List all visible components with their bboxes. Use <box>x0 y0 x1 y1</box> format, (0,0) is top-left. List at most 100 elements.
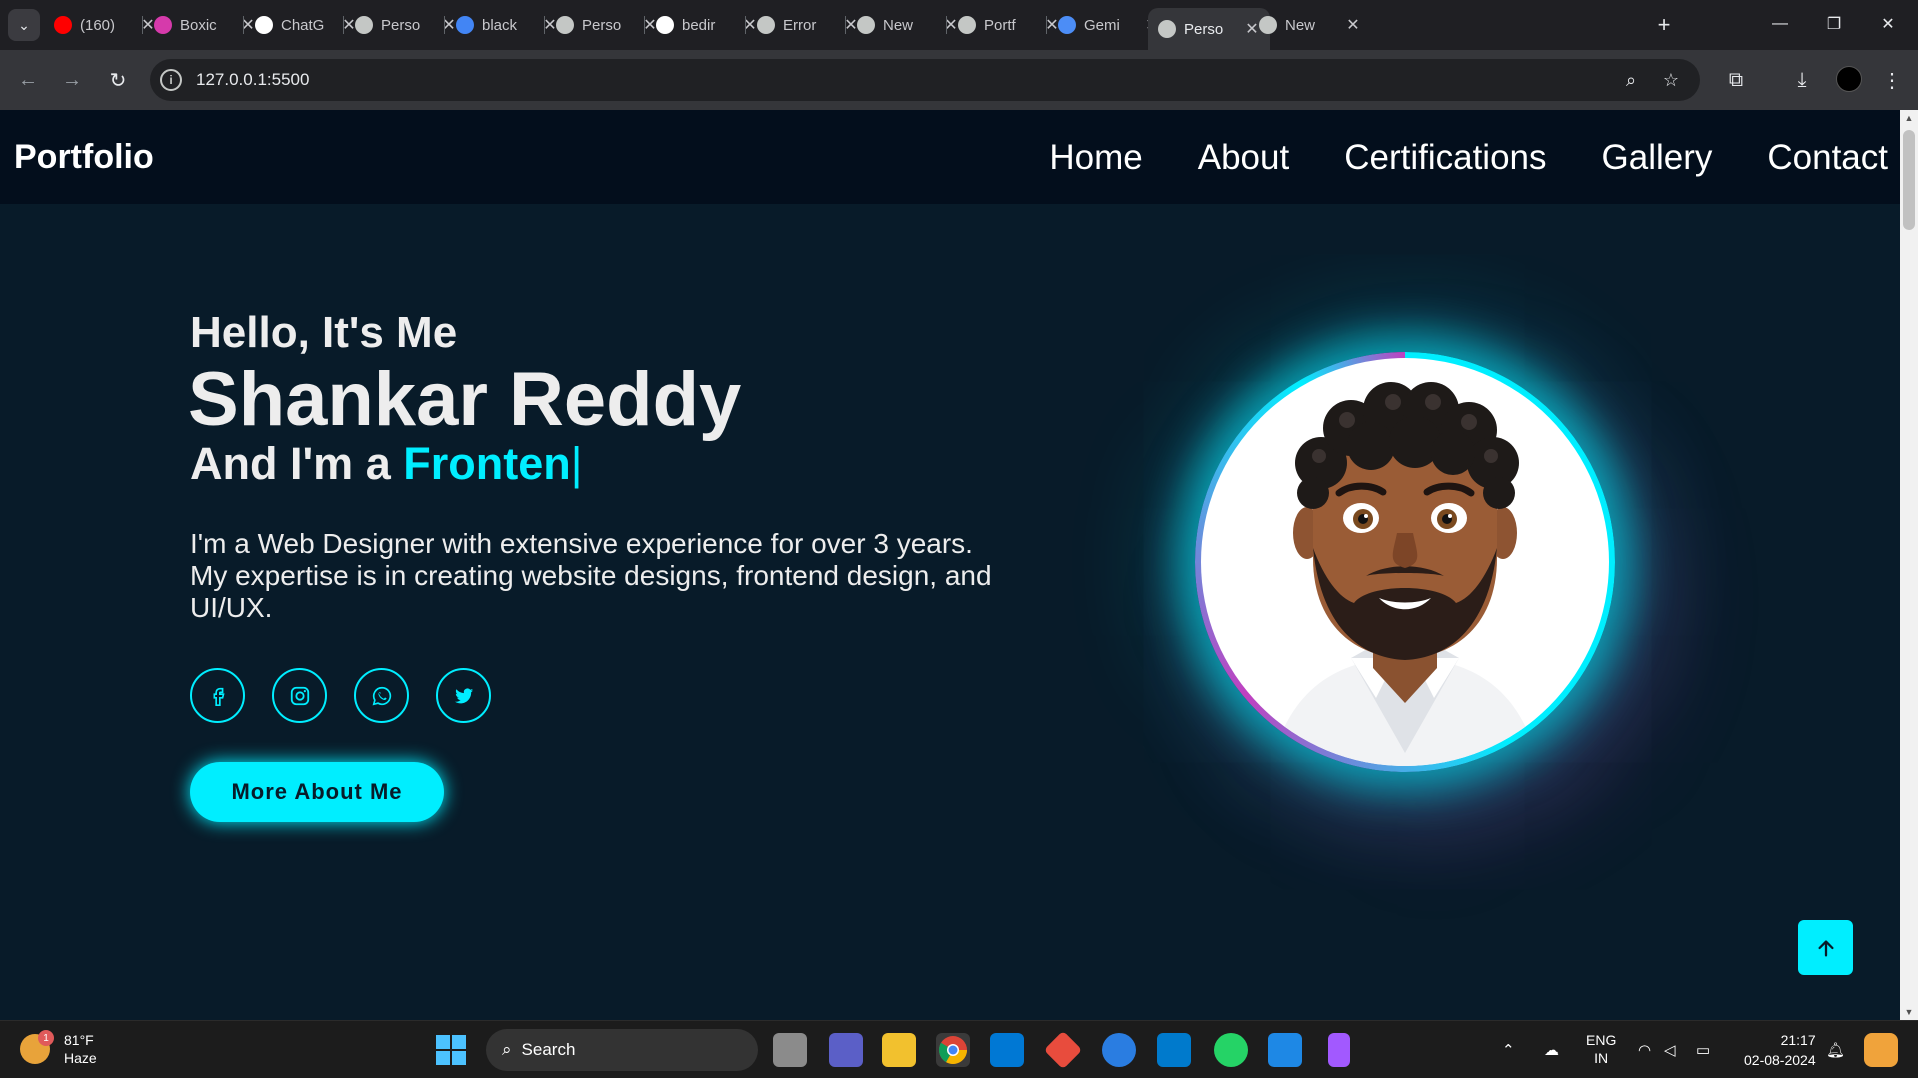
close-tab-icon[interactable]: ✕ <box>1345 15 1361 35</box>
address-bar[interactable]: i 127.0.0.1:5500 ⌕ ☆ <box>150 59 1700 101</box>
system-clock[interactable]: 21:17 02-08-2024 <box>1744 1030 1816 1070</box>
git-icon[interactable] <box>1043 1030 1083 1070</box>
page-viewport: Portfolio Home About Certifications Gall… <box>0 110 1900 1020</box>
tab-separator <box>544 16 545 34</box>
tab-separator <box>142 16 143 34</box>
tab-separator <box>946 16 947 34</box>
tab-separator <box>644 16 645 34</box>
address-url[interactable]: 127.0.0.1:5500 <box>196 70 309 90</box>
youtube-icon <box>54 16 72 34</box>
role-typed-text: Fronten <box>403 438 571 489</box>
boxicons-icon <box>154 16 172 34</box>
scroll-down-icon[interactable]: ▼ <box>1900 1004 1918 1020</box>
battery-icon[interactable]: ▭ <box>1696 1041 1710 1059</box>
profile-avatar[interactable] <box>1836 66 1862 92</box>
windows-taskbar: 1 81°F Haze ⌕ Search ⌃ ☁ ENG IN ◠ ◁ ▭ 21:… <box>0 1020 1918 1078</box>
weather-temperature: 81°F <box>64 1032 94 1048</box>
tab-separator <box>745 16 746 34</box>
scrollbar-thumb[interactable] <box>1903 130 1915 230</box>
globe-icon <box>1158 20 1176 38</box>
facebook-icon[interactable] <box>190 668 245 723</box>
nav-certifications[interactable]: Certifications <box>1344 138 1546 178</box>
hero-role: And I'm a Fronten| <box>190 438 582 490</box>
browser-tab[interactable]: New ✕ <box>1249 8 1371 42</box>
menu-icon[interactable]: ⋮ <box>1878 66 1906 94</box>
windows-start-icon[interactable] <box>436 1035 466 1065</box>
volume-icon[interactable]: ◁ <box>1664 1041 1676 1059</box>
scroll-up-icon[interactable]: ▲ <box>1900 110 1918 126</box>
bookmark-star-icon[interactable]: ☆ <box>1660 69 1682 91</box>
tab-title: Perso <box>381 16 421 34</box>
notification-bell-icon[interactable]: 🔔︎ <box>1826 1041 1845 1059</box>
restore-icon[interactable]: ❐ <box>1814 8 1854 40</box>
site-logo[interactable]: Portfolio <box>14 138 154 177</box>
vscode-icon[interactable] <box>1157 1033 1191 1067</box>
role-prefix: And I'm a <box>190 438 404 489</box>
github-icon <box>656 16 674 34</box>
tab-title: black <box>482 16 518 34</box>
copilot-icon[interactable] <box>1864 1033 1898 1067</box>
tab-title: Perso <box>1184 20 1224 38</box>
zoom-icon[interactable]: ⌕ <box>1620 69 1642 91</box>
nav-about[interactable]: About <box>1198 138 1289 178</box>
gemini-icon <box>1058 16 1076 34</box>
tab-title: Perso <box>582 16 622 34</box>
twitter-icon[interactable] <box>436 668 491 723</box>
tray-overflow-icon[interactable]: ⌃ <box>1502 1041 1515 1059</box>
region-code: IN <box>1594 1050 1609 1066</box>
site-info-icon[interactable]: i <box>160 69 182 91</box>
chrome-icon[interactable] <box>936 1033 970 1067</box>
instagram-icon[interactable] <box>272 668 327 723</box>
clock-time: 21:17 <box>1780 1032 1816 1048</box>
tab-title: ChatG <box>281 16 325 34</box>
back-icon[interactable]: ← <box>14 66 42 94</box>
browser-toolbar: ← → ↻ i 127.0.0.1:5500 ⌕ ☆ ⧉ ⤓ ⋮ <box>0 50 1918 110</box>
download-icon[interactable]: ⤓ <box>1788 66 1816 94</box>
minimize-icon[interactable]: — <box>1760 8 1800 40</box>
microsoft-store-icon[interactable] <box>990 1033 1024 1067</box>
language-code: ENG <box>1586 1032 1617 1048</box>
tab-separator <box>343 16 344 34</box>
scroll-to-top-button[interactable] <box>1798 920 1853 975</box>
nav-gallery[interactable]: Gallery <box>1602 138 1713 178</box>
site-nav: Home About Certifications Gallery Contac… <box>1049 138 1888 178</box>
onedrive-icon[interactable]: ☁ <box>1544 1041 1559 1059</box>
globe-icon <box>757 16 775 34</box>
whatsapp-icon[interactable] <box>354 668 409 723</box>
close-window-icon[interactable]: ✕ <box>1868 8 1908 40</box>
search-icon: ⌕ <box>502 1040 512 1059</box>
help-icon[interactable] <box>1102 1033 1136 1067</box>
new-tab-icon[interactable]: + <box>1650 11 1678 39</box>
nav-home[interactable]: Home <box>1049 138 1142 178</box>
teams-icon[interactable] <box>829 1033 863 1067</box>
forward-icon[interactable]: → <box>58 66 86 94</box>
page-scrollbar[interactable]: ▲ ▼ <box>1900 110 1918 1020</box>
whatsapp-app-icon[interactable] <box>1214 1033 1248 1067</box>
more-about-me-button[interactable]: More About Me <box>190 762 444 822</box>
chrome-icon <box>857 16 875 34</box>
file-explorer-icon[interactable] <box>882 1033 916 1067</box>
taskbar-search-label: Search <box>521 1040 576 1059</box>
tab-search-icon[interactable]: ⌄ <box>8 9 40 41</box>
tab-title: bedir <box>682 16 716 34</box>
clock-date: 02-08-2024 <box>1744 1052 1816 1068</box>
tab-title: Boxic <box>180 16 217 34</box>
taskbar-search[interactable]: ⌕ Search <box>486 1029 758 1071</box>
reload-icon[interactable]: ↻ <box>104 66 132 94</box>
globe-icon <box>355 16 373 34</box>
weather-widget[interactable]: 1 81°F Haze <box>20 1030 97 1067</box>
nav-contact[interactable]: Contact <box>1767 138 1888 178</box>
extensions-icon[interactable]: ⧉ <box>1722 66 1750 94</box>
chrome-icon <box>1259 16 1277 34</box>
hero-name: Shankar Reddy <box>188 357 742 442</box>
wifi-icon[interactable]: ◠ <box>1638 1041 1651 1059</box>
language-indicator[interactable]: ENG IN <box>1586 1031 1616 1067</box>
figma-icon[interactable] <box>1328 1033 1350 1067</box>
photos-icon[interactable] <box>1268 1033 1302 1067</box>
weather-icon: 1 <box>20 1030 54 1064</box>
weather-description: Haze <box>64 1050 97 1066</box>
tab-separator <box>845 16 846 34</box>
task-view-icon[interactable] <box>773 1033 807 1067</box>
hero-description: I'm a Web Designer with extensive experi… <box>190 528 992 623</box>
typing-cursor: | <box>570 438 583 489</box>
